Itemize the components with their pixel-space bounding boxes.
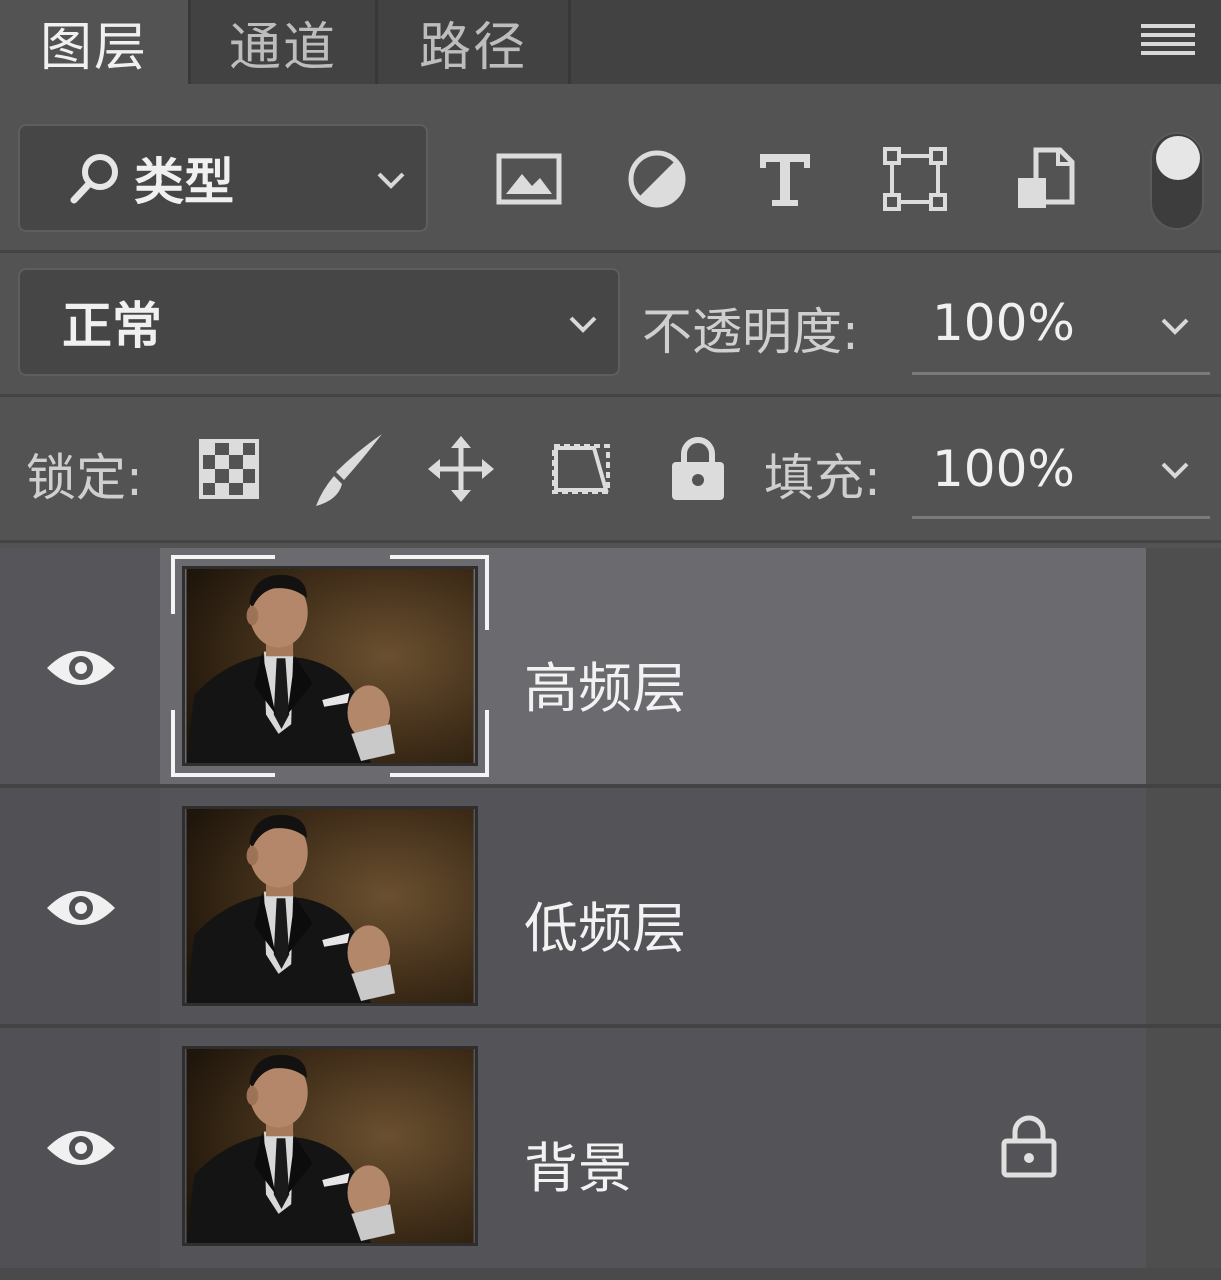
tab-channels[interactable]: 通道 <box>191 0 375 84</box>
lock-transparent-pixels-icon[interactable] <box>198 438 260 500</box>
fill-chevron-icon[interactable] <box>1160 460 1190 480</box>
opacity-chevron-icon[interactable] <box>1160 316 1190 336</box>
layer-lock-icon <box>1001 1115 1057 1178</box>
lock-image-pixels-brush-icon[interactable] <box>312 430 388 510</box>
type-filter-icon[interactable] <box>750 144 820 214</box>
fill-underline <box>912 516 1210 519</box>
layer-thumbnail[interactable] <box>182 566 478 766</box>
fill-value[interactable]: 100% <box>932 440 1075 498</box>
tab-layers[interactable]: 图层 <box>0 0 188 84</box>
tab-separator <box>568 0 571 84</box>
eye-icon[interactable] <box>44 884 118 932</box>
chevron-down-icon <box>377 172 405 189</box>
opacity-value[interactable]: 100% <box>932 294 1075 352</box>
tab-paths-label: 路径 <box>418 17 527 78</box>
smart-object-filter-icon[interactable] <box>1010 144 1080 214</box>
panel-menu-icon[interactable] <box>1141 24 1195 60</box>
filter-kind-dropdown[interactable]: 类型 <box>18 124 428 232</box>
lock-position-move-icon[interactable] <box>426 434 496 504</box>
fill-label: 填充: <box>764 449 881 507</box>
layers-scrollbar-track[interactable] <box>1146 548 1221 1280</box>
image-filter-icon[interactable] <box>494 144 564 214</box>
layer-name[interactable]: 背景 <box>524 1124 632 1203</box>
opacity-label: 不透明度: <box>642 303 859 361</box>
blend-mode-dropdown[interactable]: 正常 <box>18 268 620 376</box>
panel-bottom <box>0 1268 1221 1280</box>
lock-all-icon[interactable] <box>668 434 728 502</box>
opacity-underline <box>912 372 1210 375</box>
search-icon <box>70 154 118 204</box>
eye-icon[interactable] <box>44 1124 118 1172</box>
tab-channels-label: 通道 <box>228 17 337 78</box>
adjustment-filter-icon[interactable] <box>622 144 692 214</box>
blend-mode-value: 正常 <box>62 297 162 355</box>
tab-paths[interactable]: 路径 <box>378 0 568 84</box>
eye-icon[interactable] <box>44 644 118 692</box>
shape-filter-icon[interactable] <box>880 144 950 214</box>
layer-name[interactable]: 低频层 <box>524 884 686 963</box>
lock-label: 锁定: <box>26 449 143 507</box>
lock-artboard-icon[interactable] <box>542 434 620 504</box>
tab-layers-label: 图层 <box>39 17 148 78</box>
divider <box>0 250 1221 253</box>
filter-toggle-knob <box>1156 136 1200 180</box>
layer-name[interactable]: 高频层 <box>524 644 686 723</box>
chevron-down-icon <box>569 316 597 333</box>
filter-kind-label: 类型 <box>134 153 234 211</box>
divider <box>0 540 1221 543</box>
divider <box>0 394 1221 397</box>
layer-thumbnail[interactable] <box>182 1046 478 1246</box>
layer-thumbnail[interactable] <box>182 806 478 1006</box>
